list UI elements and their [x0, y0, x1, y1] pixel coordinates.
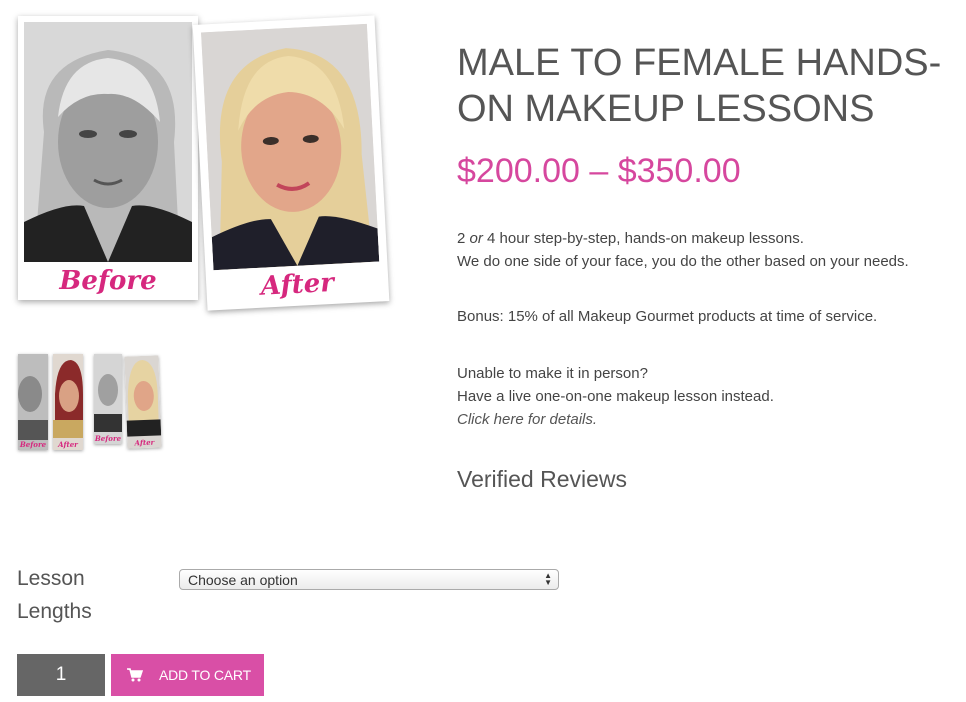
after-caption: After: [260, 267, 335, 302]
description-line-1: 2 or 4 hour step-by-step, hands-on makeu…: [457, 227, 909, 250]
before-photo[interactable]: Before: [18, 16, 198, 300]
gallery-thumbnails: Before After Before After: [18, 352, 168, 452]
remote-line-1: Unable to make it in person?: [457, 365, 648, 382]
thumbnail-caption: After: [134, 437, 155, 448]
desc-text: 2: [457, 230, 466, 247]
before-face-image: [24, 22, 192, 262]
thumbnail-caption: After: [58, 440, 78, 449]
lesson-lengths-label: Lesson Lengths: [17, 567, 92, 623]
thumbnail-2[interactable]: After: [53, 354, 83, 450]
after-face-image: [201, 23, 380, 271]
desc-emphasis: or: [469, 230, 483, 247]
product-gallery: Before After Before After Before After: [0, 0, 420, 470]
product-price: $200.00 – $350.00: [457, 152, 741, 190]
product-description: 2 or 4 hour step-by-step, hands-on makeu…: [457, 227, 909, 273]
reviews-heading: Verified Reviews: [457, 466, 628, 492]
add-to-cart-label: ADD TO CART: [159, 667, 251, 683]
thumbnail-4[interactable]: After: [124, 355, 162, 449]
thumbnail-caption: Before: [94, 434, 122, 443]
bonus-text: Bonus: 15% of all Makeup Gourmet product…: [457, 305, 877, 328]
thumbnail-1[interactable]: Before: [18, 354, 48, 450]
select-value: Choose an option: [188, 572, 298, 588]
thumbnail-caption: Before: [19, 440, 47, 449]
details-link[interactable]: Click here for details.: [457, 411, 597, 428]
after-photo[interactable]: After: [192, 15, 390, 311]
product-title: MALE TO FEMALE HANDS-ON MAKEUP LESSONS: [457, 42, 942, 130]
lesson-lengths-select[interactable]: Choose an option ▲ ▼: [179, 569, 559, 590]
select-arrows-icon: ▲ ▼: [544, 571, 552, 587]
bonus-line: Bonus: 15% of all Makeup Gourmet product…: [457, 308, 878, 325]
cart-icon: [127, 668, 143, 682]
description-line-2: We do one side of your face, you do the …: [457, 253, 909, 270]
remote-line-2: Have a live one-on-one makeup lesson ins…: [457, 388, 774, 405]
quantity-input[interactable]: 1: [17, 654, 105, 696]
thumbnail-3[interactable]: Before: [94, 354, 122, 444]
desc-text: 4 hour step-by-step, hands-on makeup les…: [487, 230, 804, 247]
remote-lesson-text: Unable to make it in person? Have a live…: [457, 362, 774, 431]
before-caption: Before: [59, 266, 157, 296]
add-to-cart-button[interactable]: ADD TO CART: [111, 654, 264, 696]
